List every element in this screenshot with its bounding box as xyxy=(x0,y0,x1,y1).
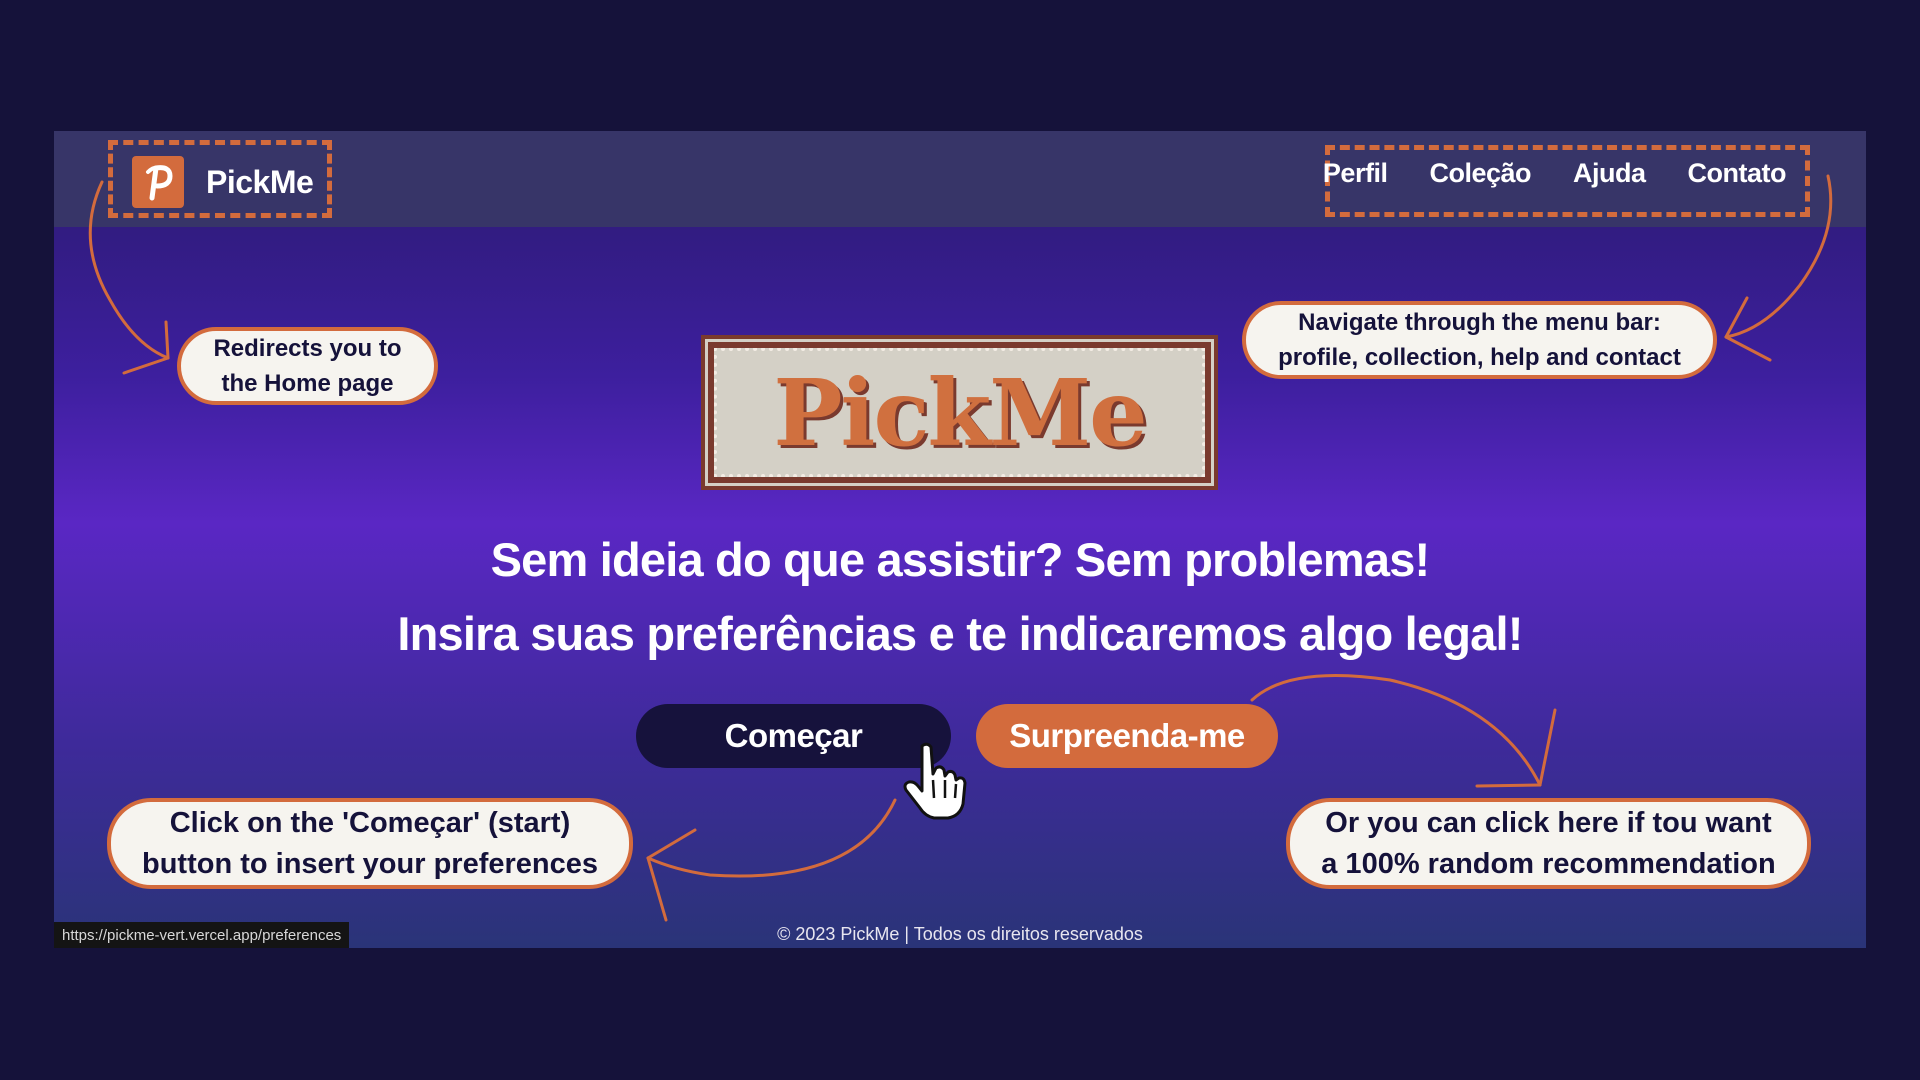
annotation-menu: Navigate through the menu bar: profile, c… xyxy=(1242,301,1717,379)
annotation-start-line1: Click on the 'Começar' (start) xyxy=(169,806,571,839)
arrow-start-head-a xyxy=(646,828,697,860)
arrow-home-head-a xyxy=(122,356,170,375)
hand-cursor-icon xyxy=(903,742,967,820)
arrow-random xyxy=(1250,674,1542,787)
arrow-random-head-b xyxy=(1538,708,1557,787)
annotation-home-line1: Redirects you to xyxy=(213,335,402,362)
arrow-home-head-b xyxy=(164,320,170,360)
arrow-start xyxy=(646,798,897,878)
arrow-start-head-b xyxy=(646,856,668,922)
annotation-home: Redirects you to the Home page xyxy=(177,327,438,405)
arrow-random-head-a xyxy=(1475,783,1542,788)
annotation-random-line1: Or you can click here if tou want xyxy=(1325,806,1772,839)
arrow-menu-head-b xyxy=(1724,335,1772,362)
annotation-random: Or you can click here if tou want a 100% … xyxy=(1286,798,1811,889)
annotation-menu-line2: profile, collection, help and contact xyxy=(1278,344,1681,371)
annotation-random-line2: a 100% random recommendation xyxy=(1321,847,1776,880)
annotation-start-line2: button to insert your preferences xyxy=(141,847,598,880)
annotation-start: Click on the 'Começar' (start) button to … xyxy=(107,798,633,889)
annotation-arrows xyxy=(88,174,1833,922)
annotation-home-line2: the Home page xyxy=(221,370,394,397)
arrow-menu xyxy=(1724,174,1833,339)
arrow-home xyxy=(88,180,170,360)
annotation-menu-line1: Navigate through the menu bar: xyxy=(1298,309,1661,336)
